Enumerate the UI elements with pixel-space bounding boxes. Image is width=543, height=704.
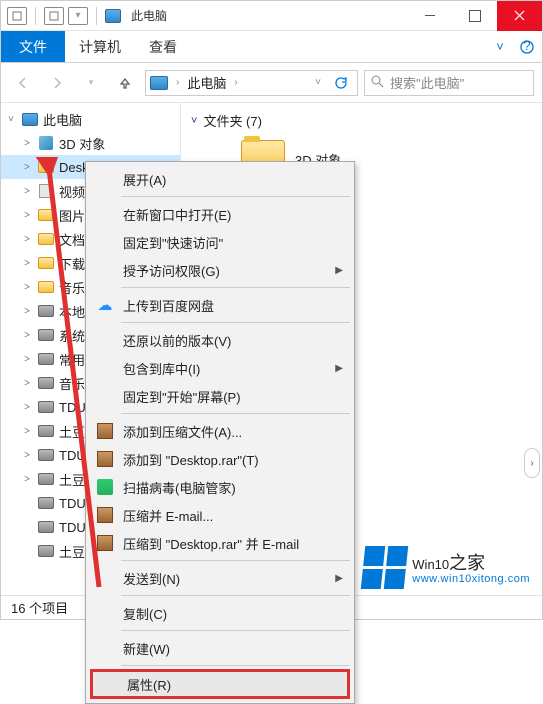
context-menu-item[interactable]: 在新窗口中打开(E) (89, 200, 351, 228)
tree-item-label: 音乐 (59, 278, 85, 297)
windows-logo-icon (361, 546, 409, 589)
context-menu: 展开(A) 在新窗口中打开(E) 固定到"快速访问" 授予访问权限(G) ▶ ☁ 上传到百度… (85, 161, 355, 704)
close-button[interactable] (497, 1, 542, 31)
svg-text:?: ? (523, 40, 530, 53)
rar-icon (95, 533, 115, 553)
address-location[interactable]: 此电脑 (187, 73, 226, 92)
context-menu-item[interactable]: 添加到压缩文件(A)... (89, 417, 351, 445)
tab-computer[interactable]: 计算机 (65, 31, 135, 62)
context-menu-label: 上传到百度网盘 (123, 296, 214, 315)
folder-group-header[interactable]: ˅ 文件夹 (7) (191, 111, 532, 130)
forward-button[interactable] (43, 69, 71, 97)
search-icon (371, 75, 384, 91)
tree-item-label: 常用 (59, 350, 85, 369)
back-button[interactable] (9, 69, 37, 97)
context-menu-item[interactable]: 压缩并 E-mail... (89, 501, 351, 529)
submenu-arrow-icon: ▶ (335, 265, 343, 276)
tree-item-label: TDU (59, 448, 86, 463)
address-dropdown[interactable]: ˅ (313, 77, 323, 88)
tree-item-label: 系统 (59, 326, 85, 345)
tree-item-label: 音乐 (59, 374, 85, 393)
context-menu-label: 发送到(N) (123, 569, 180, 588)
tree-item-label: 本地 (59, 302, 85, 321)
context-menu-item[interactable]: 压缩到 "Desktop.rar" 并 E-mail (89, 529, 351, 557)
context-menu-label: 在新窗口中打开(E) (123, 205, 231, 224)
address-icon (150, 76, 168, 90)
cloud-icon: ☁ (95, 295, 115, 315)
window-icon (105, 9, 121, 23)
context-menu-item[interactable]: 发送到(N) ▶ (89, 564, 351, 592)
tree-item-label: 文档 (59, 230, 85, 249)
context-menu-label: 固定到"快速访问" (123, 233, 223, 252)
context-menu-label: 展开(A) (123, 170, 166, 189)
submenu-arrow-icon: ▶ (335, 573, 343, 584)
ribbon-collapse[interactable]: ˅ (488, 31, 512, 62)
tree-item-label: 3D 对象 (59, 134, 105, 153)
context-menu-item[interactable]: 扫描病毒(电脑管家) (89, 473, 351, 501)
context-menu-item[interactable]: 授予访问权限(G) ▶ (89, 256, 351, 284)
rar-icon (95, 421, 115, 441)
recent-button[interactable]: ▾ (77, 69, 105, 97)
qat-button-3[interactable]: ▾ (68, 7, 88, 25)
context-menu-label: 压缩并 E-mail... (123, 506, 213, 525)
context-menu-label: 添加到压缩文件(A)... (123, 422, 242, 441)
context-menu-label: 授予访问权限(G) (123, 261, 220, 280)
context-menu-item[interactable]: 包含到库中(I) ▶ (89, 354, 351, 382)
context-menu-item[interactable]: 固定到"快速访问" (89, 228, 351, 256)
context-menu-item[interactable]: 属性(R) (90, 669, 350, 699)
tab-view[interactable]: 查看 (135, 31, 191, 62)
tree-item-label: 图片 (59, 206, 85, 225)
context-menu-item[interactable]: 还原以前的版本(V) (89, 326, 351, 354)
tree-item-label: 视频 (59, 182, 85, 201)
refresh-button[interactable] (329, 71, 353, 95)
context-menu-label: 属性(R) (127, 675, 171, 694)
address-bar-row: ▾ › 此电脑 › ˅ 搜索"此电脑" (1, 63, 542, 103)
chevron-down-icon: ˅ (191, 115, 197, 127)
search-input[interactable]: 搜索"此电脑" (364, 70, 534, 96)
context-menu-item[interactable]: 复制(C) (89, 599, 351, 627)
qat-button-2[interactable] (44, 7, 64, 25)
context-menu-item[interactable]: 固定到"开始"屏幕(P) (89, 382, 351, 410)
up-button[interactable] (111, 69, 139, 97)
tree-root-label: 此电脑 (43, 110, 82, 129)
file-tab[interactable]: 文件 (1, 31, 65, 62)
tree-item-label: TDU (59, 400, 86, 415)
window-title: 此电脑 (131, 7, 167, 24)
context-menu-label: 扫描病毒(电脑管家) (123, 478, 236, 497)
watermark: Win10之家 www.win10xitong.com (363, 546, 530, 589)
quick-access-toolbar: ▾ 此电脑 (1, 7, 167, 25)
chevron-right-icon[interactable]: › (174, 77, 181, 88)
context-menu-label: 压缩到 "Desktop.rar" 并 E-mail (123, 534, 299, 553)
titlebar: ▾ 此电脑 (1, 1, 542, 31)
help-button[interactable]: ? (512, 31, 542, 62)
search-placeholder: 搜索"此电脑" (390, 73, 464, 92)
qat-button-1[interactable] (7, 7, 27, 25)
context-menu-label: 新建(W) (123, 639, 170, 658)
tree-item-label: 下载 (59, 254, 85, 273)
context-menu-label: 添加到 "Desktop.rar"(T) (123, 450, 259, 469)
tree-root[interactable]: ˅ 此电脑 (1, 107, 180, 131)
minimize-button[interactable] (407, 1, 452, 31)
context-menu-item[interactable]: 新建(W) (89, 634, 351, 662)
context-menu-item[interactable]: 展开(A) (89, 165, 351, 193)
context-menu-label: 固定到"开始"屏幕(P) (123, 387, 241, 406)
maximize-button[interactable] (452, 1, 497, 31)
tree-item-label: 土豆 (59, 422, 85, 441)
rar-icon (95, 449, 115, 469)
tree-item[interactable]: >3D 对象 (1, 131, 180, 155)
rar-icon (95, 505, 115, 525)
context-menu-item[interactable]: 添加到 "Desktop.rar"(T) (89, 445, 351, 473)
submenu-arrow-icon: ▶ (335, 363, 343, 374)
chevron-right-icon[interactable]: › (232, 77, 239, 88)
ribbon: 文件 计算机 查看 ˅ ? (1, 31, 542, 63)
status-text: 16 个项目 (11, 598, 68, 617)
address-bar[interactable]: › 此电脑 › ˅ (145, 70, 358, 96)
context-menu-label: 包含到库中(I) (123, 359, 200, 378)
shield-icon (95, 477, 115, 497)
context-menu-label: 还原以前的版本(V) (123, 331, 231, 350)
context-menu-item[interactable]: ☁ 上传到百度网盘 (89, 291, 351, 319)
tree-item-label: 土豆 (59, 470, 85, 489)
scroll-right-hint[interactable]: › (524, 448, 540, 478)
group-label: 文件夹 (7) (203, 111, 262, 130)
